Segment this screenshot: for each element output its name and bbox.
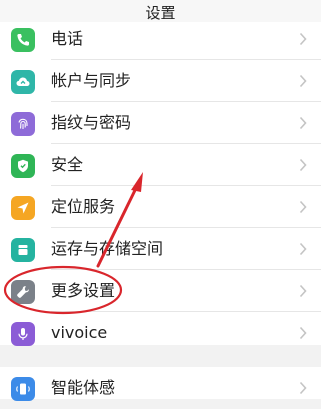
settings-item-memory-storage[interactable]: 运存与存储空间 — [0, 228, 321, 270]
settings-item-label: 更多设置 — [51, 281, 116, 300]
settings-item-security[interactable]: 安全 — [0, 144, 321, 186]
settings-list: 电话 帐户与同步 指纹与密码 安全 定位服务 运存与存储空间 更多设置 vivo… — [0, 22, 321, 346]
settings-item-label: 定位服务 — [51, 197, 116, 216]
settings-item-label: 智能体感 — [51, 378, 116, 397]
settings-item-label: 安全 — [51, 155, 84, 174]
fingerprint-icon — [11, 112, 35, 136]
settings-item-label: 帐户与同步 — [51, 71, 132, 90]
settings-item-label: 运存与存储空间 — [51, 239, 164, 258]
chevron-right-icon — [299, 284, 307, 298]
settings-list-2: 智能体感 — [0, 367, 321, 401]
cloud-sync-icon — [11, 70, 35, 94]
settings-item-smart-motion[interactable]: 智能体感 — [0, 367, 321, 409]
settings-item-fingerprint-password[interactable]: 指纹与密码 — [0, 102, 321, 144]
settings-item-label: vivoice — [51, 323, 108, 342]
shield-icon — [11, 154, 35, 178]
phone-icon — [11, 28, 35, 52]
settings-item-phone[interactable]: 电话 — [0, 18, 321, 60]
chevron-right-icon — [299, 74, 307, 88]
chevron-right-icon — [299, 242, 307, 256]
wrench-icon — [11, 280, 35, 304]
chevron-right-icon — [299, 200, 307, 214]
settings-item-label: 电话 — [51, 29, 84, 48]
settings-item-location[interactable]: 定位服务 — [0, 186, 321, 228]
settings-item-vivoice[interactable]: vivoice — [0, 312, 321, 354]
settings-item-more-settings[interactable]: 更多设置 — [0, 270, 321, 312]
settings-item-accounts-sync[interactable]: 帐户与同步 — [0, 60, 321, 102]
chevron-right-icon — [299, 381, 307, 395]
microphone-icon — [11, 322, 35, 346]
chevron-right-icon — [299, 116, 307, 130]
motion-icon — [11, 377, 35, 401]
chevron-right-icon — [299, 326, 307, 340]
storage-icon — [11, 238, 35, 262]
location-icon — [11, 196, 35, 220]
chevron-right-icon — [299, 158, 307, 172]
chevron-right-icon — [299, 32, 307, 46]
settings-item-label: 指纹与密码 — [51, 113, 132, 132]
